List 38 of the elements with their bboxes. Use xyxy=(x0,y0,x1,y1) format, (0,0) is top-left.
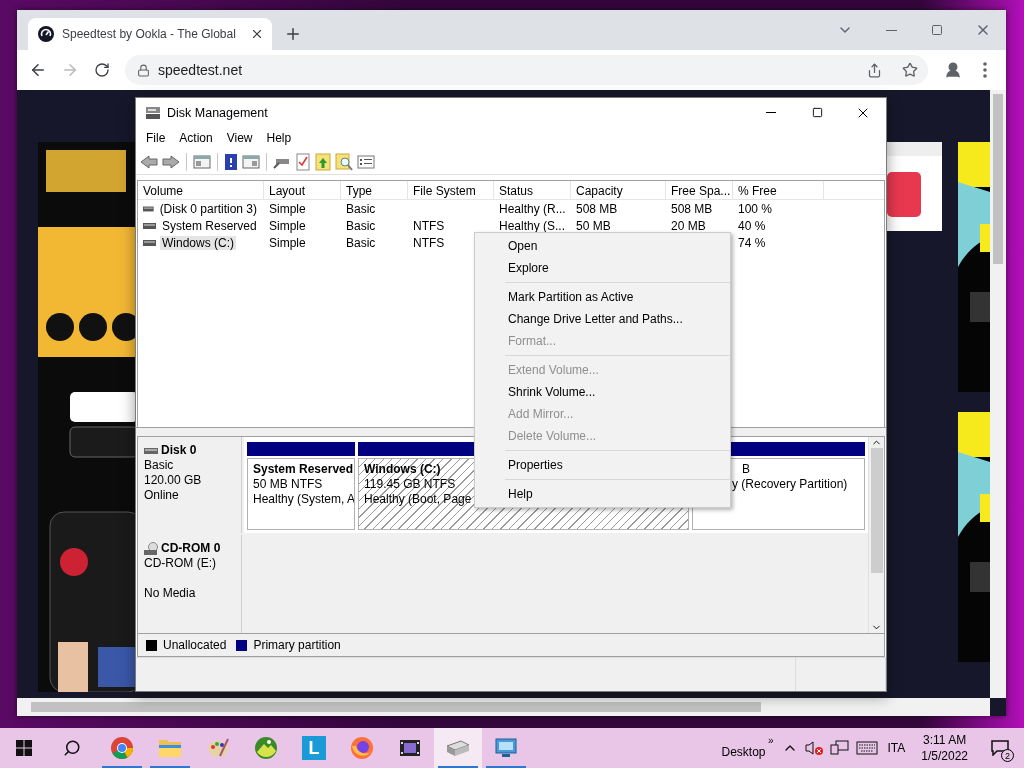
partition-name: System Reserved xyxy=(253,462,354,476)
table-cell: 508 MB xyxy=(671,201,713,216)
partition-detail: 119.45 GB NTFS xyxy=(364,477,456,491)
table-cell: Healthy (S... xyxy=(499,218,566,233)
partition-detail: 50 MB NTFS xyxy=(253,477,323,491)
disk-name: Disk 0 xyxy=(161,443,197,458)
notification-count: 2 xyxy=(1001,749,1014,762)
legend-label: Unallocated xyxy=(163,638,227,652)
table-cell: Healthy (R... xyxy=(499,201,566,216)
disk-type: CD-ROM (E:) xyxy=(144,556,217,571)
table-cell: NTFS xyxy=(413,218,445,233)
table-cell: NTFS xyxy=(413,235,445,250)
table-cell: Simple xyxy=(269,201,306,216)
table-cell: Basic xyxy=(346,235,376,250)
table-cell: 40 % xyxy=(738,218,766,233)
url-text: speedtest.net xyxy=(158,62,244,78)
app-logo-icon: L xyxy=(302,736,326,760)
partition-name: Windows (C:) xyxy=(364,462,441,476)
disk-name: CD-ROM 0 xyxy=(161,541,221,556)
partition-detail: B xyxy=(742,462,750,476)
partition-detail: Healthy (Boot, Page xyxy=(364,492,472,506)
table-cell: Simple xyxy=(269,235,306,250)
disk-status: Online xyxy=(144,488,180,503)
disk-type: Basic xyxy=(144,458,175,473)
table-cell: 50 MB xyxy=(576,218,611,233)
table-cell: 508 MB xyxy=(576,201,618,216)
disk-size: 120.00 GB xyxy=(144,473,203,488)
table-cell: 20 MB xyxy=(671,218,706,233)
disk-status: No Media xyxy=(144,586,197,601)
table-cell: Simple xyxy=(269,218,306,233)
table-cell: 74 % xyxy=(738,235,766,250)
tab-title: Speedtest by Ookla - The Global xyxy=(62,27,237,41)
legend-label: Primary partition xyxy=(253,638,341,652)
table-cell: Basic xyxy=(346,218,376,233)
window-title: Disk Management xyxy=(167,105,268,120)
partition-detail: y (Recovery Partition) xyxy=(732,477,848,491)
table-cell: 100 % xyxy=(738,201,773,216)
table-cell: Basic xyxy=(346,201,376,216)
